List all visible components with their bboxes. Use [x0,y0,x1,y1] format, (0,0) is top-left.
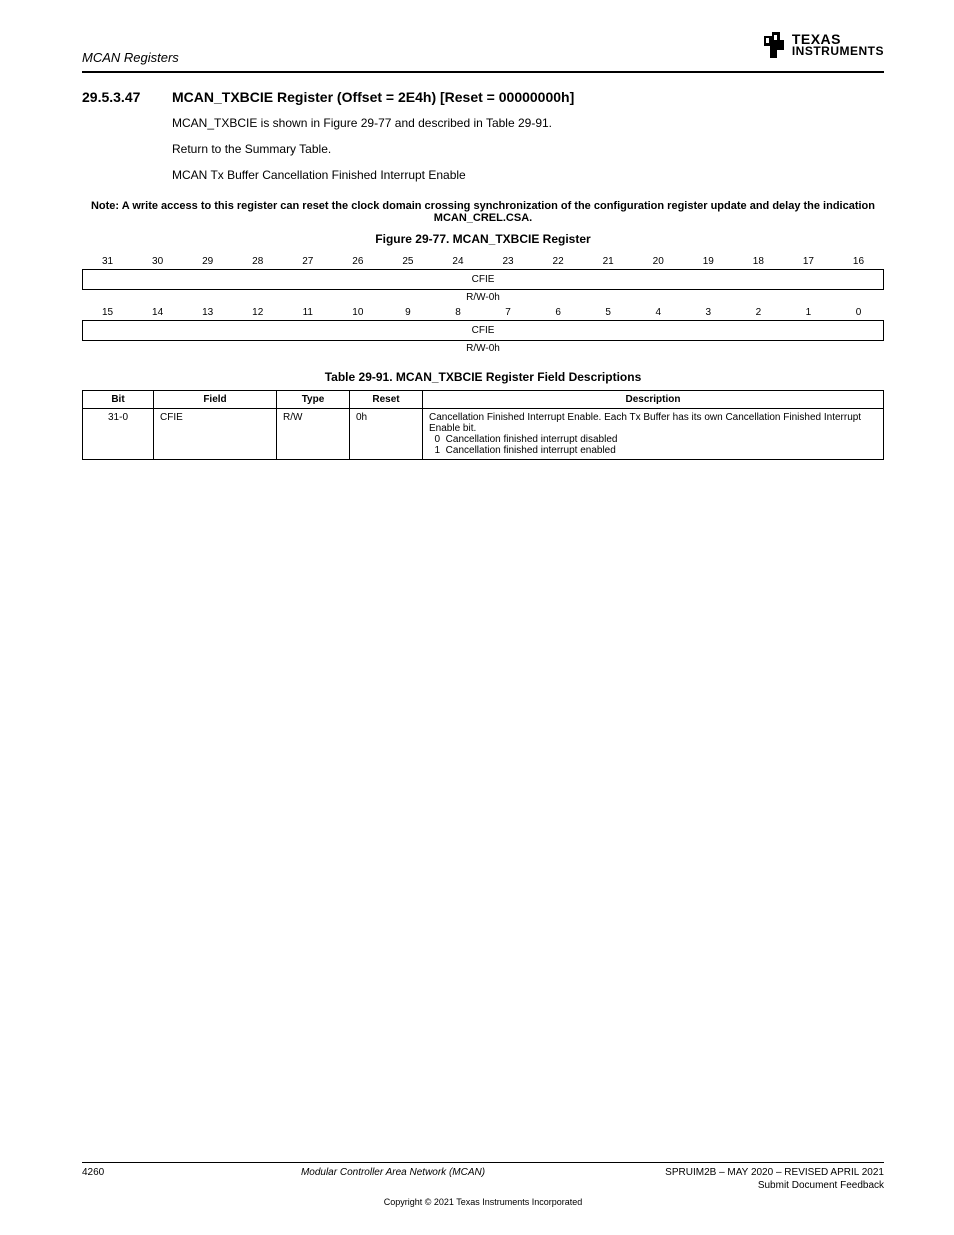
ti-logo-icon [762,30,788,60]
table-row: 31-0CFIER/W0hCancellation Finished Inter… [83,408,884,459]
page-footer: 4260 Modular Controller Area Network (MC… [82,1156,884,1207]
register-long-name: MCAN Tx Buffer Cancellation Finished Int… [172,167,884,183]
summary-table-link[interactable]: Summary Table [245,142,328,156]
bit-row-high: 31 30 29 28 27 26 25 24 23 22 21 20 19 1… [83,254,884,270]
footer-copyright: Copyright © 2021 Texas Instruments Incor… [82,1197,884,1207]
page-number: 4260 [82,1167,122,1178]
col-reset: Reset [350,390,423,408]
section-title: MCAN_TXBCIE Register (Offset = 2E4h) [Re… [172,89,574,105]
page-header: MCAN Registers TEXAS INSTRUMENTS [82,30,884,65]
table-header-row: Bit Field Type Reset Description [83,390,884,408]
header-rule [82,71,884,73]
section-body: MCAN_TXBCIE is shown in Figure 29-77 and… [172,115,884,184]
col-bit: Bit [83,390,154,408]
rw-cell-high: R/W-0h [83,289,884,305]
section-number: 29.5.3.47 [82,89,160,105]
field-description-table: Bit Field Type Reset Description 31-0CFI… [82,390,884,460]
footer-feedback: Submit Document Feedback [82,1180,884,1191]
footer-docid: SPRUIM2B – MAY 2020 – REVISED APRIL 2021 [664,1167,884,1178]
col-description: Description [423,390,884,408]
chapter-label: MCAN Registers [82,30,179,65]
figure-link[interactable]: Figure 29-77 [323,116,391,130]
field-cell-high: CFIE [83,269,884,289]
field-cell-low: CFIE [83,320,884,340]
table-caption: Table 29-91. MCAN_TXBCIE Register Field … [82,370,884,384]
col-field: Field [154,390,277,408]
section-heading: 29.5.3.47 MCAN_TXBCIE Register (Offset =… [82,89,884,105]
ti-logo: TEXAS INSTRUMENTS [762,30,884,60]
rw-cell-low: R/W-0h [83,340,884,356]
ti-logo-text: TEXAS INSTRUMENTS [792,33,884,58]
col-type: Type [277,390,350,408]
footer-rule [82,1162,884,1163]
bit-row-low: 15 14 13 12 11 10 9 8 7 6 5 4 3 2 1 0 [83,305,884,321]
table-link[interactable]: Table 29-91 [486,116,549,130]
note-block: Note: A write access to this register ca… [82,200,884,224]
description-cell: Cancellation Finished Interrupt Enable. … [423,408,884,459]
footer-title: Modular Controller Area Network (MCAN) [122,1167,664,1178]
register-layout-table: 31 30 29 28 27 26 25 24 23 22 21 20 19 1… [82,254,884,356]
figure-caption: Figure 29-77. MCAN_TXBCIE Register [82,232,884,246]
submit-feedback-link[interactable]: Submit Document Feedback [758,1180,884,1191]
